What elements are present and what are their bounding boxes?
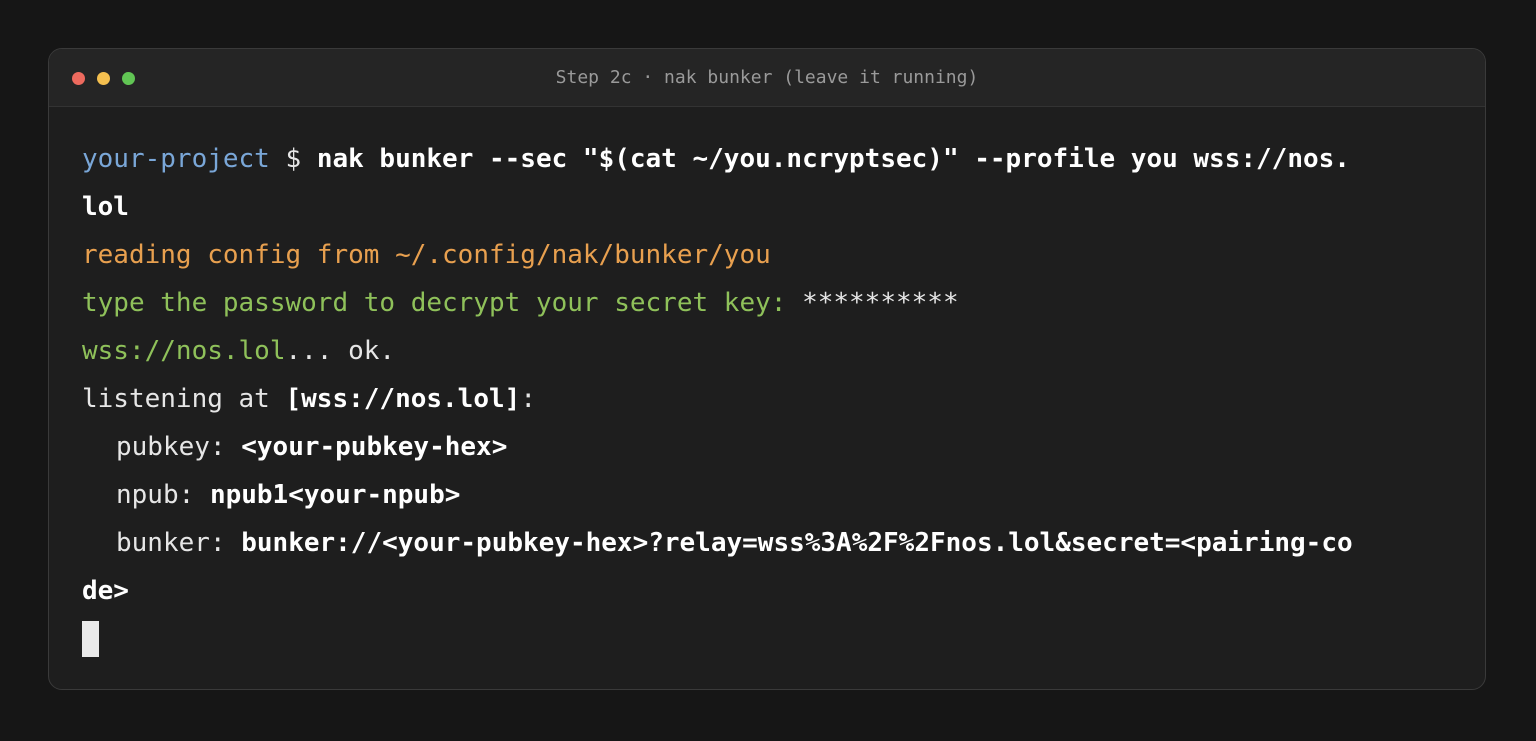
config-line: reading config from ~/.config/nak/bunker… <box>82 240 771 270</box>
password-line: type the password to decrypt your secret… <box>82 279 1462 327</box>
command-text: nak bunker --sec "$(cat ~/you.ncryptsec)… <box>316 144 1350 174</box>
bunker-uri-wrap: de> <box>82 576 129 606</box>
bunker-uri: bunker://<your-pubkey-hex>?relay=wss%3A%… <box>241 528 1353 558</box>
relay-line: wss://nos.lol... ok. <box>82 327 1462 375</box>
listening-line: listening at [wss://nos.lol]: <box>82 375 1462 423</box>
command-line: your-project $ nak bunker --sec "$(cat ~… <box>82 135 1462 183</box>
listening-colon: : <box>520 384 536 414</box>
terminal-cursor <box>82 621 99 657</box>
password-mask: ********** <box>802 288 959 318</box>
relay-status: ... ok. <box>285 336 396 366</box>
command-line-wrap: lol <box>82 183 1462 231</box>
bunker-line-wrap: de> <box>82 567 1462 615</box>
prompt-path: your-project <box>82 144 270 174</box>
listening-relays: [wss://nos.lol] <box>285 384 521 414</box>
terminal-window: Step 2c · nak bunker (leave it running) … <box>48 48 1486 690</box>
password-prompt: type the password to decrypt your secret… <box>82 288 787 318</box>
pubkey-value: <your-pubkey-hex> <box>241 432 508 462</box>
window-title: Step 2c · nak bunker (leave it running) <box>555 67 979 88</box>
relay-url: wss://nos.lol <box>82 336 286 366</box>
terminal-output[interactable]: your-project $ nak bunker --sec "$(cat ~… <box>82 135 1462 669</box>
npub-line: npub: npub1<your-npub> <box>82 471 1462 519</box>
pubkey-label: pubkey: <box>116 432 226 462</box>
prompt-symbol: $ <box>285 144 302 174</box>
npub-label: npub: <box>116 480 195 510</box>
bunker-label: bunker: <box>116 528 226 558</box>
cursor-line <box>82 621 1462 669</box>
command-text-wrap: lol <box>82 192 129 222</box>
npub-value: npub1<your-npub> <box>209 480 461 510</box>
listening-label: listening at <box>82 384 270 414</box>
pubkey-line: pubkey: <your-pubkey-hex> <box>82 423 1462 471</box>
bunker-line: bunker: bunker://<your-pubkey-hex>?relay… <box>82 519 1462 567</box>
title-bar: Step 2c · nak bunker (leave it running) <box>49 49 1485 107</box>
